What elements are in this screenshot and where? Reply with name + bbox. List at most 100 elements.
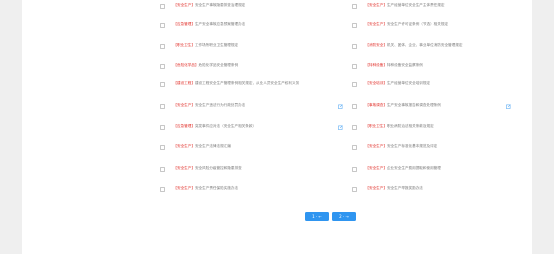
regulation-item[interactable]: 【职业卫生】职业病防治法相关条款及规定 [352, 124, 502, 130]
item-tag: 【建设工程】 [173, 81, 195, 85]
regulation-item[interactable]: 【应急管理】突发事件应对法（安全生产相关条款） [160, 124, 310, 130]
regulation-item[interactable]: 【安全生产】安全生产举报奖励办法 [352, 186, 502, 192]
item-checkbox[interactable] [160, 43, 166, 49]
item-label: 工作场所职业卫生管理规定 [194, 43, 239, 47]
regulation-item[interactable]: 【安全生产】安全生产标准化基本规范及评定 [352, 144, 502, 150]
edit-icon[interactable] [338, 124, 343, 130]
edit-icon[interactable] [506, 103, 511, 109]
item-tag: 【安全生产】 [365, 186, 387, 190]
item-text: 【安全生产】安全生产违法行为行政处罚办法 [173, 103, 310, 108]
regulation-item[interactable]: 【消防安全】机关、团体、企业、事业单位消防安全管理规定 [352, 43, 502, 49]
regulation-item[interactable]: 【安全生产】企业安全生产费用提取和使用管理 [352, 166, 502, 172]
item-label: 机关、团体、企业、事业单位消防安全管理规定 [386, 43, 463, 47]
regulation-item[interactable]: 【安全生产】安全生产责任保险实施办法 [160, 186, 310, 192]
item-text: 【应急管理】生产安全事故应急预案管理办法 [173, 22, 310, 27]
item-tag: 【安全生产】 [173, 186, 195, 190]
item-label: 安全风险分级管控和隐患排查 [194, 166, 242, 170]
item-checkbox[interactable] [160, 81, 166, 87]
item-text: 【危险化学品】危险化学品安全管理条例 [173, 63, 310, 68]
item-label: 安全生产违法行为行政处罚办法 [194, 103, 246, 107]
item-checkbox[interactable] [352, 186, 358, 192]
item-text: 【安全生产】生产经营单位安全生产主体责任规定 [365, 3, 502, 8]
regulation-item[interactable]: 【危险化学品】危险化学品安全管理条例 [160, 63, 310, 69]
item-checkbox[interactable] [160, 3, 166, 9]
item-text: 【安全生产】安全风险分级管控和隐患排查 [173, 166, 310, 171]
item-checkbox[interactable] [352, 166, 358, 172]
item-text: 【事故调查】生产安全事故报告和调查处理条例 [365, 103, 502, 108]
item-tag: 【消防安全】 [365, 43, 387, 47]
item-label: 危险化学品安全管理条例 [198, 63, 239, 67]
item-checkbox[interactable] [160, 166, 166, 172]
prev-page-button[interactable]: 1 · ← [305, 212, 329, 221]
item-text: 【消防安全】机关、团体、企业、事业单位消防安全管理规定 [365, 43, 502, 48]
item-checkbox[interactable] [160, 22, 166, 28]
item-text: 【安全生产】安全生产许可证条例（节选）相关规定 [365, 22, 502, 27]
regulation-item[interactable]: 【特种设备】特种设备安全监察条例 [352, 63, 502, 69]
item-checkbox[interactable] [160, 63, 166, 69]
item-tag: 【应急管理】 [173, 22, 195, 26]
item-label: 特种设备安全监察条例 [386, 63, 423, 67]
item-tag: 【安全生产】 [365, 3, 387, 7]
item-checkbox[interactable] [352, 81, 358, 87]
item-label: 安全生产标准化基本规范及评定 [386, 144, 438, 148]
item-label: 企业安全生产费用提取和使用管理 [386, 166, 441, 170]
item-tag: 【安全生产】 [365, 166, 387, 170]
edit-icon[interactable] [338, 103, 343, 109]
item-tag: 【事故调查】 [365, 103, 387, 107]
item-text: 【建设工程】建设工程安全生产管理条例相关规定，从业人员安全生产权利义务 [173, 81, 310, 86]
item-checkbox[interactable] [352, 124, 358, 130]
item-checkbox[interactable] [352, 144, 358, 150]
item-label: 职业病防治法相关条款及规定 [386, 124, 434, 128]
regulation-item[interactable]: 【安全培训】生产经营单位安全培训规定 [352, 81, 502, 87]
content-card: 【安全生产】安全生产事故隐患排查治理规定 【安全生产】生产经营单位安全生产主体责任… [22, 0, 532, 254]
item-tag: 【危险化学品】 [173, 63, 199, 67]
item-text: 【安全生产】安全生产事故隐患排查治理规定 [173, 3, 310, 8]
next-page-button[interactable]: 2 · → [332, 212, 356, 221]
item-checkbox[interactable] [352, 22, 358, 28]
item-checkbox[interactable] [352, 63, 358, 69]
item-checkbox[interactable] [160, 186, 166, 192]
regulation-item[interactable]: 【职业卫生】工作场所职业卫生管理规定 [160, 43, 310, 49]
item-text: 【职业卫生】职业病防治法相关条款及规定 [365, 124, 502, 129]
item-checkbox[interactable] [160, 144, 166, 150]
regulation-item[interactable]: 【安全生产】安全生产事故隐患排查治理规定 [160, 3, 310, 9]
item-text: 【职业卫生】工作场所职业卫生管理规定 [173, 43, 310, 48]
item-checkbox[interactable] [160, 103, 166, 109]
item-label: 生产安全事故报告和调查处理条例 [386, 103, 441, 107]
item-label: 安全生产许可证条例（节选）相关规定 [386, 22, 449, 26]
item-label: 安全生产事故隐患排查治理规定 [194, 3, 246, 7]
regulation-item[interactable]: 【安全生产】生产经营单位安全生产主体责任规定 [352, 3, 502, 9]
item-text: 【应急管理】突发事件应对法（安全生产相关条款） [173, 124, 310, 129]
item-checkbox[interactable] [160, 124, 166, 130]
item-tag: 【安全生产】 [173, 103, 195, 107]
item-text: 【安全生产】企业安全生产费用提取和使用管理 [365, 166, 502, 171]
item-text: 【安全生产】安全生产法律法规汇编 [173, 144, 310, 149]
regulation-item[interactable]: 【安全生产】安全生产违法行为行政处罚办法 [160, 103, 310, 109]
item-text: 【特种设备】特种设备安全监察条例 [365, 63, 502, 68]
item-tag: 【职业卫生】 [173, 43, 195, 47]
item-tag: 【安全生产】 [173, 3, 195, 7]
item-label: 安全生产法律法规汇编 [194, 144, 231, 148]
item-label: 生产经营单位安全生产主体责任规定 [386, 3, 445, 7]
regulation-item[interactable]: 【应急管理】生产安全事故应急预案管理办法 [160, 22, 310, 28]
regulation-item[interactable]: 【安全生产】安全风险分级管控和隐患排查 [160, 166, 310, 172]
item-checkbox[interactable] [352, 103, 358, 109]
item-tag: 【安全生产】 [173, 144, 195, 148]
item-label: 生产经营单位安全培训规定 [386, 81, 431, 85]
regulation-item[interactable]: 【事故调查】生产安全事故报告和调查处理条例 [352, 103, 502, 109]
item-tag: 【安全生产】 [365, 22, 387, 26]
item-tag: 【特种设备】 [365, 63, 387, 67]
item-text: 【安全生产】安全生产责任保险实施办法 [173, 186, 310, 191]
item-tag: 【安全生产】 [173, 166, 195, 170]
item-label: 生产安全事故应急预案管理办法 [194, 22, 246, 26]
regulation-item[interactable]: 【建设工程】建设工程安全生产管理条例相关规定，从业人员安全生产权利义务 [160, 81, 310, 87]
item-label: 突发事件应对法（安全生产相关条款） [194, 124, 257, 128]
regulation-item[interactable]: 【安全生产】安全生产法律法规汇编 [160, 144, 310, 150]
item-label: 建设工程安全生产管理条例相关规定，从业人员安全生产权利义务 [194, 81, 300, 85]
item-checkbox[interactable] [352, 3, 358, 9]
item-tag: 【应急管理】 [173, 124, 195, 128]
item-tag: 【安全培训】 [365, 81, 387, 85]
item-checkbox[interactable] [352, 43, 358, 49]
item-text: 【安全培训】生产经营单位安全培训规定 [365, 81, 502, 86]
regulation-item[interactable]: 【安全生产】安全生产许可证条例（节选）相关规定 [352, 22, 502, 28]
